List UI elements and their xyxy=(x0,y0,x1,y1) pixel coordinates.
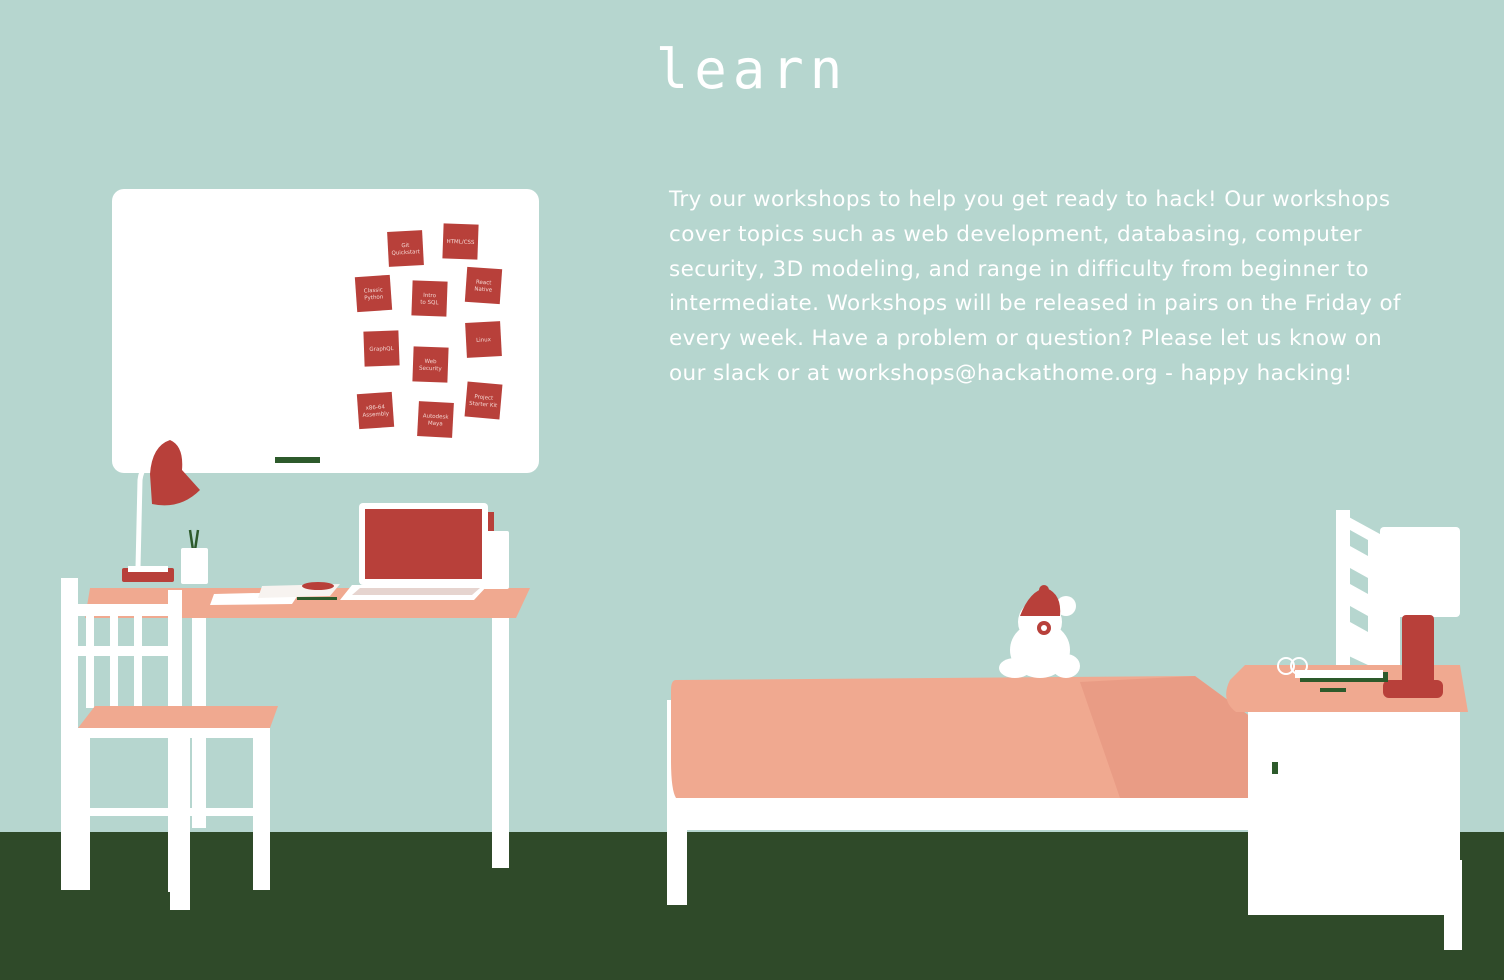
sticky-note-git: GitQuickstart xyxy=(387,230,424,267)
sticky-note-react: ReactNative xyxy=(464,266,503,305)
phone xyxy=(302,582,334,590)
workshops-description: Try our workshops to help you get ready … xyxy=(669,187,1402,386)
nightstand xyxy=(1226,665,1468,950)
sticky-note-project: ProjectStarter Kit xyxy=(464,381,503,420)
sticky-note-html: HTML/CSS xyxy=(442,223,479,260)
sticky-note-label: GraphQL xyxy=(369,346,394,353)
sticky-note-python: ClassicPython xyxy=(354,274,393,313)
pencil-cup xyxy=(181,529,208,584)
sticky-note-label: to SQL xyxy=(420,300,439,307)
sticky-note-label: Intro xyxy=(423,293,437,299)
sticky-note-label: Web xyxy=(424,359,437,365)
teddy-bear xyxy=(999,585,1080,678)
sticky-note-web: WebSecurity xyxy=(412,346,449,383)
sticky-note-linux: Linux xyxy=(465,321,502,358)
sticky-note-label: Linux xyxy=(476,337,492,344)
sticky-note-label: HTML/CSS xyxy=(446,239,475,246)
sticky-note-label: React xyxy=(476,279,493,286)
sticky-note-label: Git xyxy=(401,243,410,249)
sticky-note-label: Maya xyxy=(428,421,443,428)
bedroom-illustration: GitQuickstart HTML/CSS ClassicPython Introt… xyxy=(0,189,1504,980)
sticky-note-graphql: GraphQL xyxy=(363,330,400,367)
sticky-note-sql: Introto SQL xyxy=(411,280,448,317)
whiteboard-marker-tray xyxy=(275,457,320,463)
laptop xyxy=(340,503,488,600)
page-title: learn xyxy=(655,38,849,101)
pen xyxy=(297,597,337,600)
sticky-note-x86: x86-64Assembly xyxy=(356,391,395,430)
sticky-note-maya: AutodeskMaya xyxy=(417,401,454,438)
sticky-note-label: Security xyxy=(419,366,443,373)
sticky-note-label: Native xyxy=(474,286,493,293)
